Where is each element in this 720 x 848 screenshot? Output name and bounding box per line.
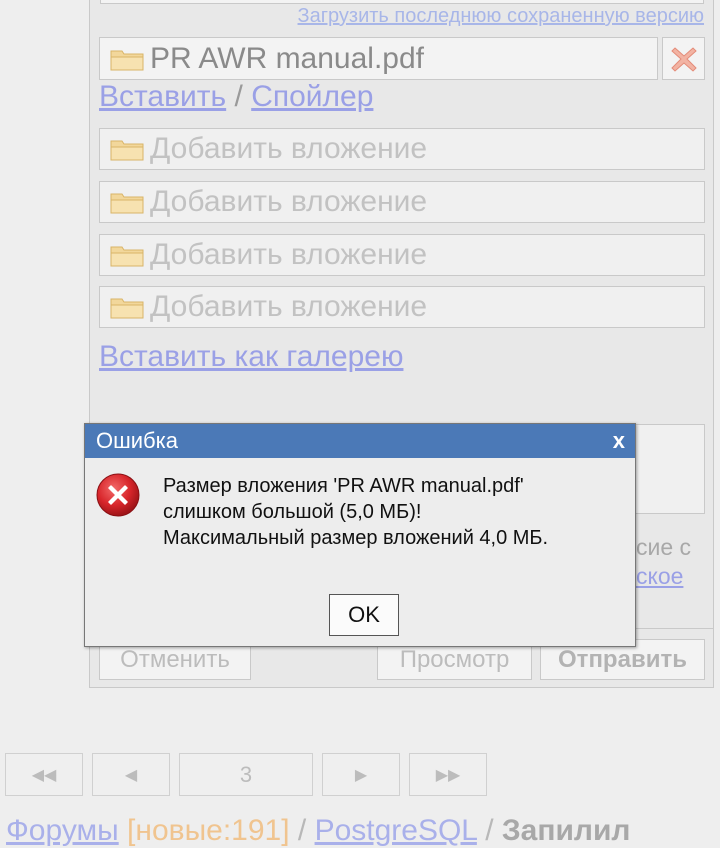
close-icon[interactable]: x (613, 428, 625, 454)
restore-draft-link[interactable]: Загрузить последнюю сохраненную версию (298, 5, 704, 28)
folder-icon (110, 246, 144, 267)
breadcrumb: Форумы [новые:191] / PostgreSQL / Запили… (6, 814, 631, 848)
dialog-title-bar: Ошибка x (85, 424, 635, 458)
add-attachment-slot[interactable]: Добавить вложение (99, 181, 705, 223)
add-attachment-slot[interactable]: Добавить вложение (99, 128, 705, 170)
insert-links: Вставить / Спойлер (99, 80, 373, 114)
options-box (634, 424, 705, 514)
previous-page-button[interactable]: ◀ (92, 753, 170, 796)
breadcrumb-separator: / (289, 814, 315, 847)
breadcrumb-separator: / (476, 814, 502, 847)
section-link[interactable]: PostgreSQL (315, 814, 477, 847)
add-attachment-slot[interactable]: Добавить вложение (99, 234, 705, 276)
next-page-button[interactable]: ▶ (322, 753, 400, 796)
message-line: Размер вложения 'PR AWR manual.pdf' (163, 475, 524, 497)
dialog-message: Размер вложения 'PR AWR manual.pdf' слиш… (163, 473, 548, 551)
spoiler-link[interactable]: Спойлер (251, 80, 373, 113)
add-attachment-label: Добавить вложение (150, 132, 428, 165)
remove-attachment-button[interactable] (662, 37, 705, 80)
insert-link[interactable]: Вставить (99, 80, 226, 113)
folder-icon (110, 140, 144, 161)
folder-icon (110, 50, 144, 70)
hidden-option-text: сие с (636, 534, 692, 560)
message-textarea-bottom[interactable] (100, 0, 704, 4)
last-page-button[interactable]: ▶▶ (409, 753, 487, 796)
dialog-title: Ошибка (96, 428, 178, 453)
ok-button[interactable]: OK (329, 594, 399, 636)
add-attachment-label: Добавить вложение (150, 238, 428, 271)
topic-title: Запилил (501, 814, 631, 847)
message-line: слишком большой (5,0 МБ)! (163, 501, 422, 523)
add-attachment-label: Добавить вложение (150, 185, 428, 218)
insert-as-gallery-link[interactable]: Вставить как галерею (99, 340, 403, 374)
error-icon (96, 473, 140, 517)
current-page-indicator: 3 (179, 753, 313, 796)
attached-file-row[interactable]: PR AWR manual.pdf (99, 37, 658, 80)
delete-x-icon (670, 46, 697, 72)
links-separator: / (226, 80, 252, 113)
forums-link[interactable]: Форумы (6, 814, 119, 847)
error-dialog: Ошибка x Размер вложения 'PR AWR manual.… (84, 423, 636, 647)
folder-icon (110, 298, 144, 319)
folder-icon (110, 193, 144, 214)
first-page-button[interactable]: ◀◀ (5, 753, 83, 796)
new-posts-count: [новые:191] (127, 814, 290, 847)
add-attachment-slot[interactable]: Добавить вложение (99, 286, 705, 328)
hidden-option-link[interactable]: ское (636, 563, 683, 590)
divider (634, 628, 714, 629)
add-attachment-label: Добавить вложение (150, 290, 428, 323)
message-line: Максимальный размер вложений 4,0 МБ. (163, 527, 549, 549)
attached-file-name: PR AWR manual.pdf (150, 41, 424, 75)
